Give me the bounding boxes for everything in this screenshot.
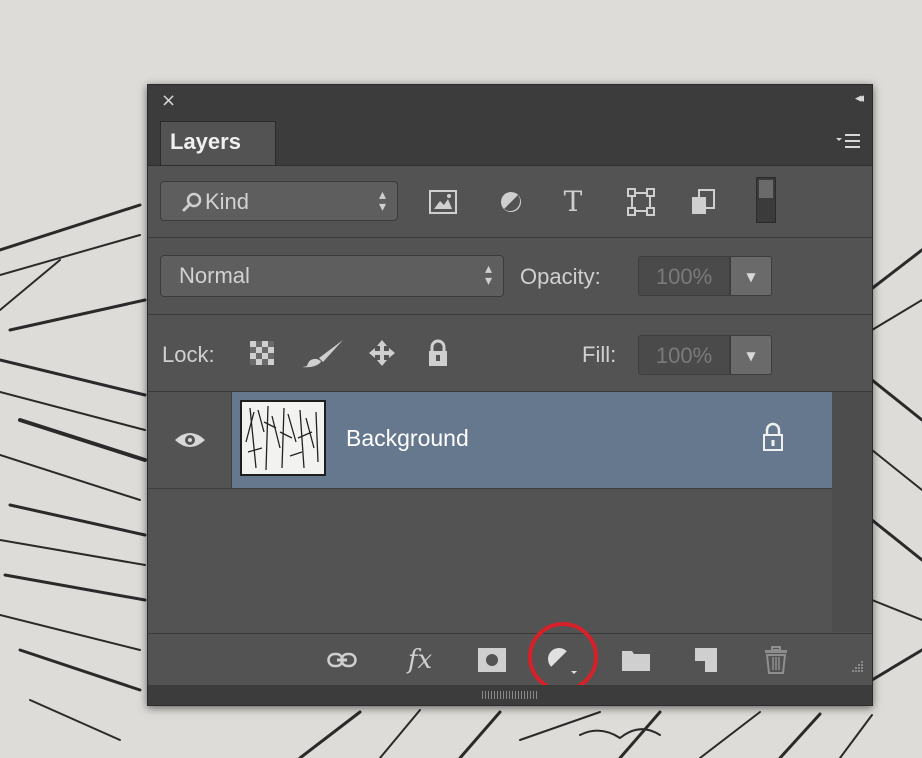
pixel-layer-filter-icon[interactable] <box>426 185 460 219</box>
blend-mode-value: Normal <box>179 263 250 288</box>
opacity-label: Opacity: <box>520 264 601 289</box>
layer-row-background[interactable]: Background <box>148 392 832 489</box>
highlight-circle-annotation <box>528 622 598 692</box>
resize-grip-icon[interactable] <box>850 660 864 674</box>
filter-kind-value: Kind <box>205 189 250 214</box>
blend-row: Normal ▴ ▾ Opacity: 100% ▼ <box>148 238 872 315</box>
smart-object-filter-icon[interactable] <box>686 185 720 219</box>
lock-icon <box>763 422 783 451</box>
search-icon <box>182 192 202 212</box>
lock-transparent-pixels-icon[interactable] <box>244 335 280 371</box>
lock-label: Lock: <box>162 342 215 367</box>
close-panel-button[interactable]: × <box>161 90 176 111</box>
visibility-toggle[interactable] <box>148 392 232 488</box>
opacity-dropdown-button[interactable]: ▼ <box>730 256 772 296</box>
layer-list: Background <box>148 392 832 632</box>
fill-dropdown-button[interactable]: ▼ <box>730 335 772 375</box>
panel-bottom-bar <box>148 685 872 705</box>
filter-kind-dropdown[interactable]: Kind ▴ ▾ <box>160 181 398 221</box>
layer-thumbnail <box>240 400 326 476</box>
filter-toggle-switch[interactable] <box>756 177 776 223</box>
panel-footer-toolbar: fx <box>148 622 872 692</box>
link-layers-icon[interactable] <box>324 644 360 676</box>
lock-image-pixels-brush-icon[interactable] <box>298 335 348 371</box>
panel-tab-row: Layers <box>148 119 872 166</box>
add-mask-icon[interactable] <box>474 644 510 676</box>
toggle-knob <box>759 180 773 198</box>
layer-body[interactable]: Background <box>232 392 832 488</box>
opacity-input[interactable]: 100% <box>638 256 730 296</box>
chevron-updown-icon: ▴ ▾ <box>378 187 386 215</box>
blend-mode-dropdown[interactable]: Normal ▴ ▾ <box>160 255 504 297</box>
delete-layer-icon[interactable] <box>758 644 794 676</box>
layers-panel: × ◂◂ Layers Kind ▴ ▾ T Normal ▴ ▾ Opacit… <box>147 84 873 706</box>
panel-menu-icon[interactable] <box>836 132 860 150</box>
panel-resize-handle[interactable] <box>482 691 538 699</box>
layer-name: Background <box>346 425 469 451</box>
layer-style-icon[interactable]: fx <box>402 644 438 676</box>
lock-all-icon[interactable] <box>420 335 456 371</box>
filter-row: Kind ▴ ▾ T <box>148 165 872 238</box>
type-layer-filter-icon[interactable]: T <box>556 185 590 219</box>
adjustment-layer-filter-icon[interactable] <box>494 185 528 219</box>
tab-layers[interactable]: Layers <box>160 121 276 165</box>
layer-list-scrollbar[interactable] <box>832 392 872 632</box>
lock-position-move-icon[interactable] <box>364 335 400 371</box>
fill-label: Fill: <box>582 342 617 367</box>
collapse-panel-button[interactable]: ◂◂ <box>855 91 864 106</box>
panel-titlebar: × ◂◂ <box>148 85 872 119</box>
shape-layer-filter-icon[interactable] <box>624 185 658 219</box>
fill-input[interactable]: 100% <box>638 335 730 375</box>
chevron-updown-icon: ▴ ▾ <box>484 261 492 289</box>
eye-icon <box>175 433 205 447</box>
new-group-icon[interactable] <box>618 644 654 676</box>
new-layer-icon[interactable] <box>688 644 724 676</box>
lock-row: Lock: Fill: 100% ▼ <box>148 315 872 392</box>
